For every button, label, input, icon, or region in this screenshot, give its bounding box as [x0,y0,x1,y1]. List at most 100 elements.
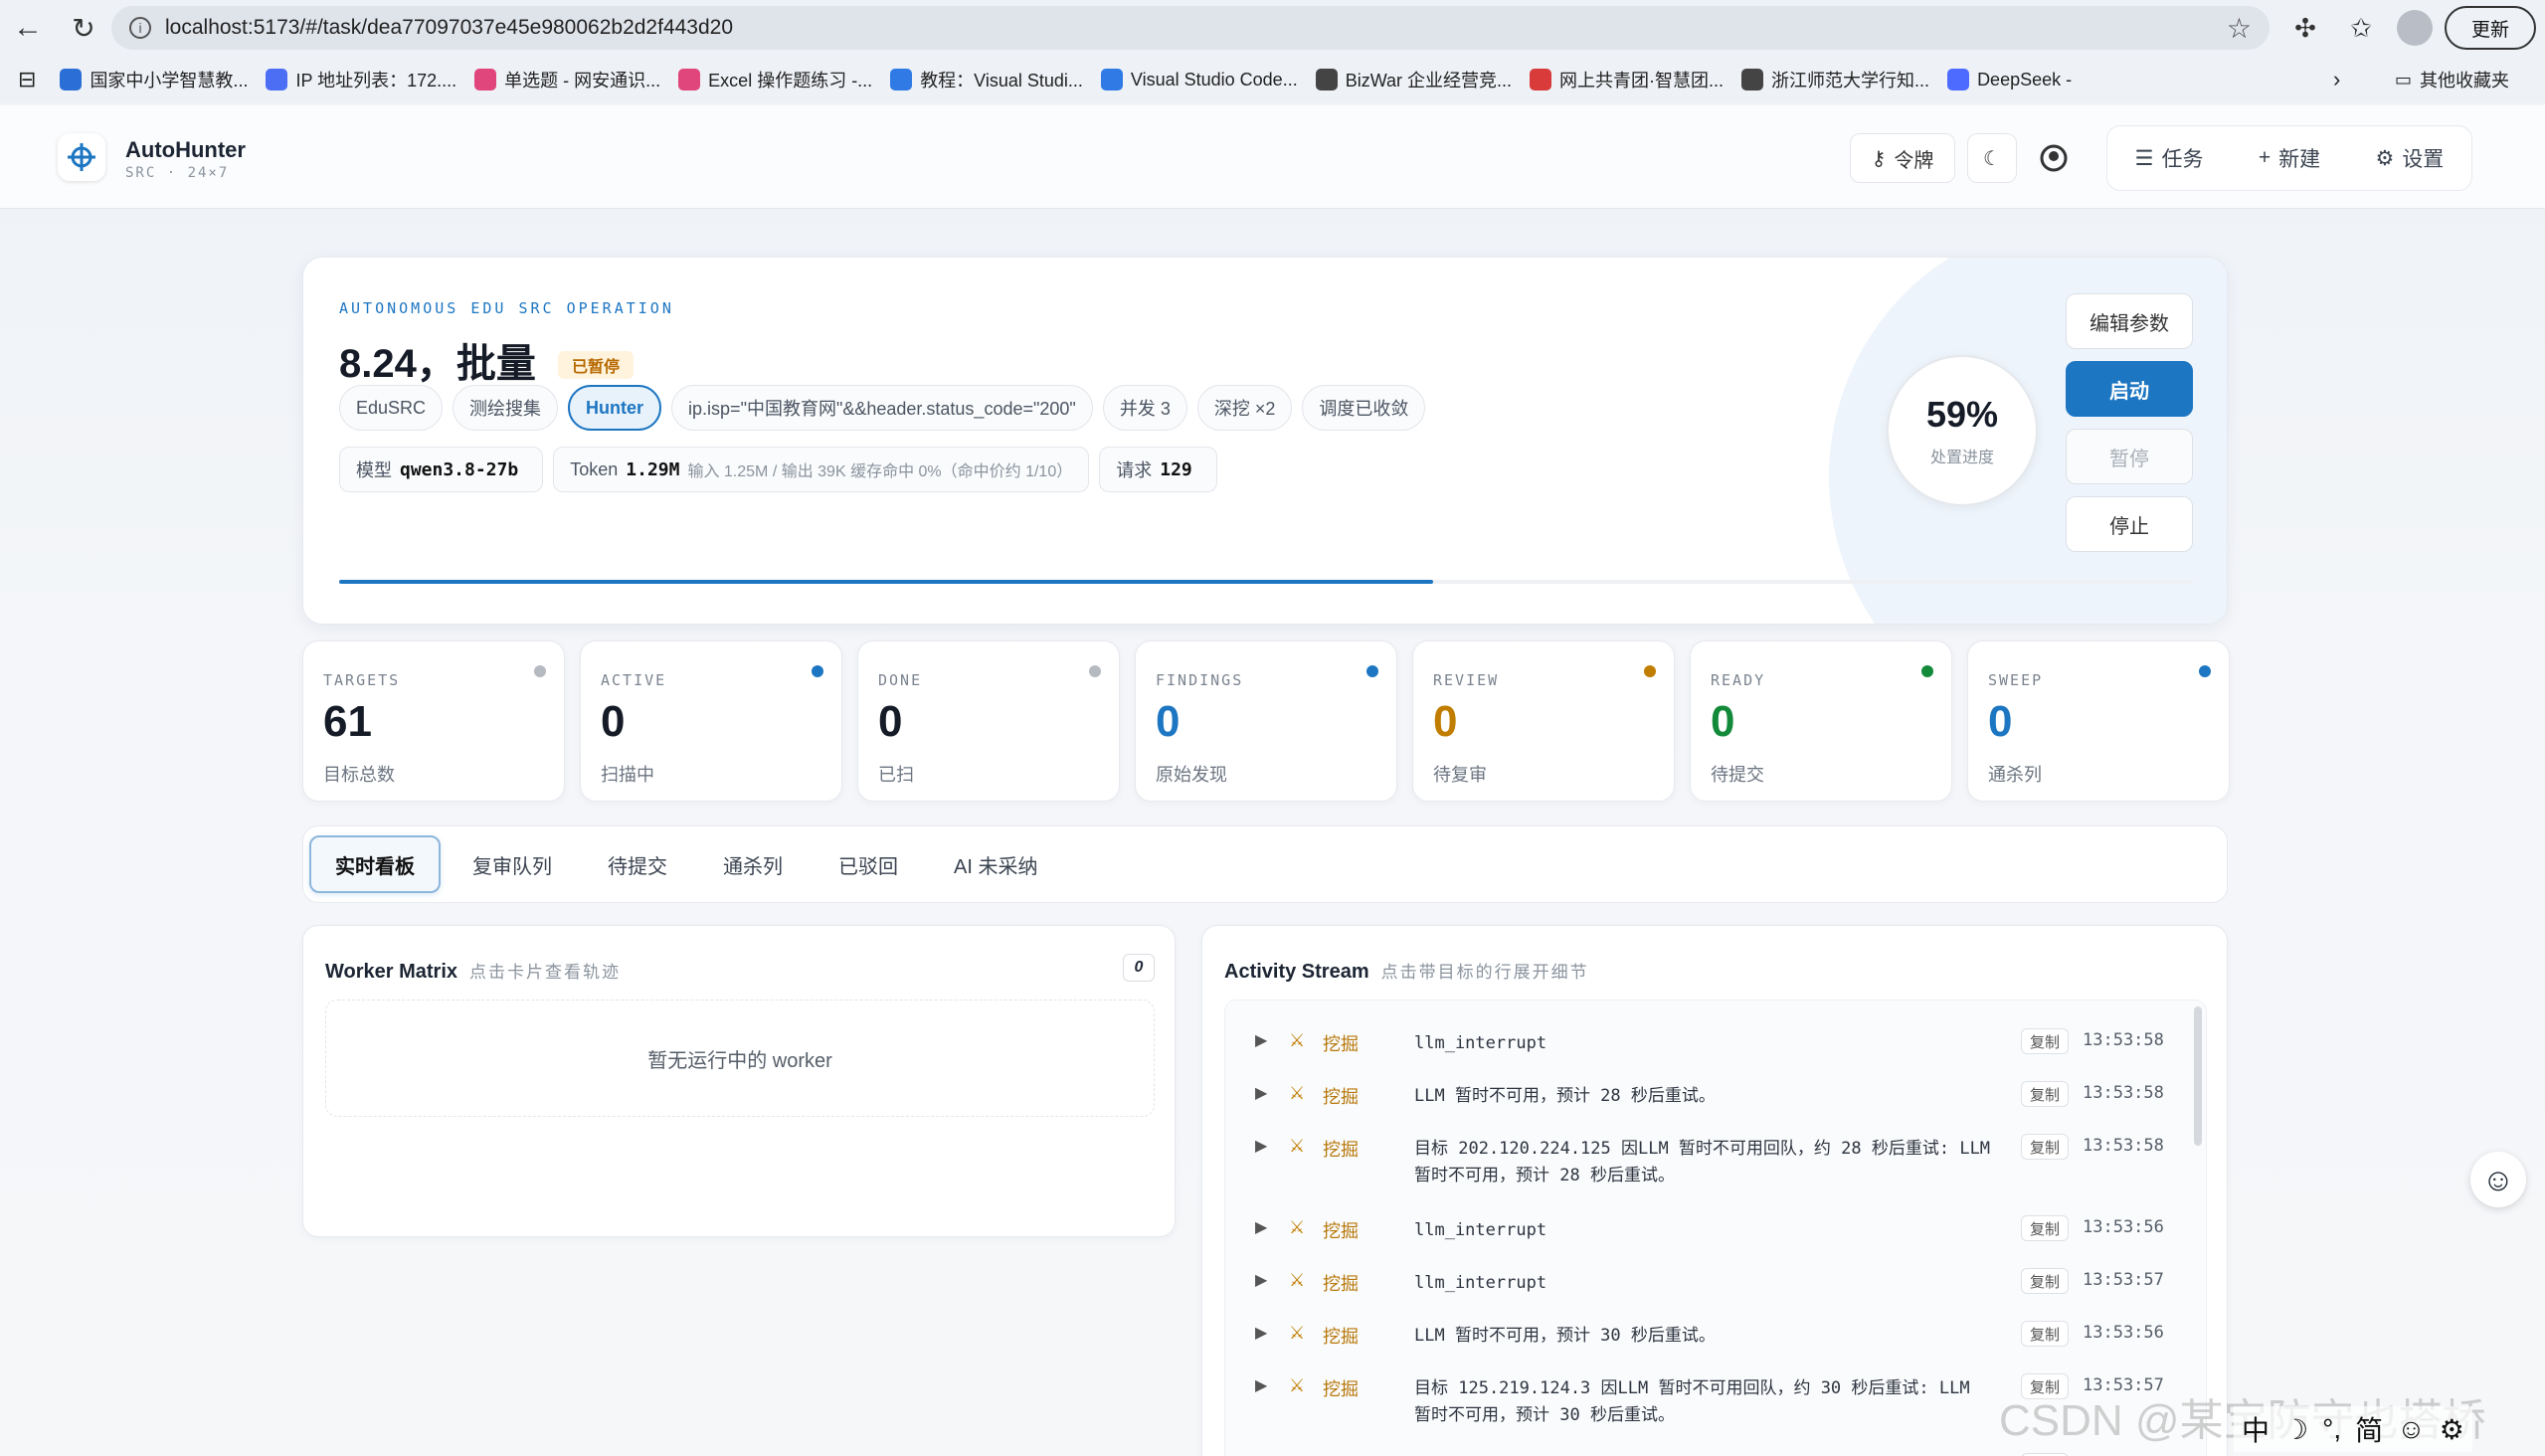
stat-card-active[interactable]: ACTIVE 0 扫描中 [580,640,842,802]
stat-card-done[interactable]: DONE 0 已扫 [857,640,1120,802]
stat-label: FINDINGS [1156,671,1244,689]
bookmarks-bar: ⊟ 国家中小学智慧教... IP 地址列表：172.... 单选题 - 网安通识..… [0,56,2545,103]
stat-label: READY [1711,671,1766,689]
favorites-icon[interactable]: ✩ [2343,10,2379,46]
model-chip: 模型 qwen3.8-27b [339,447,544,492]
bookmark-item[interactable]: 网上共青团·智慧团... [1520,56,1724,103]
sword-icon: ⚔ [1289,1270,1306,1290]
site-info-icon[interactable]: i [129,17,151,39]
stop-button[interactable]: 停止 [2066,496,2193,552]
pause-button[interactable]: 暂停 [2066,429,2193,484]
activity-tag: 挖掘 [1323,1379,1359,1399]
task-title: 8.24，批量 [339,342,536,386]
address-bar[interactable]: i localhost:5173/#/task/dea77097037e45e9… [111,6,2270,50]
chevron-right-icon[interactable]: › [2333,67,2340,92]
back-icon[interactable]: ← [0,0,56,56]
expand-caret-icon[interactable]: ▶ [1255,1270,1267,1290]
tab-item[interactable]: AI 未采纳 [930,835,1061,893]
ime-mode[interactable]: 中 [2242,1409,2270,1449]
stat-caption: 扫描中 [601,765,654,785]
expand-caret-icon[interactable]: ▶ [1255,1030,1267,1050]
bookmark-item[interactable]: BizWar 企业经营竞... [1306,56,1512,103]
bookmark-item[interactable]: Visual Studio Code... [1091,56,1298,103]
bookmark-star-icon[interactable]: ☆ [2227,12,2252,45]
edu-icon [60,69,83,91]
copy-button[interactable]: 复制 [2021,1321,2070,1347]
emoji-icon[interactable]: ☺ [2397,1413,2426,1445]
edit-params-button[interactable]: 编辑参数 [2066,293,2193,349]
update-button[interactable]: 更新 [2445,6,2536,50]
stat-card-ready[interactable]: READY 0 待提交 [1690,640,1952,802]
tab-item[interactable]: 实时看板 [309,835,441,893]
activity-message: LLM 暂时不可用，预计 28 秒后重试。 [1414,1086,1716,1106]
list-icon: ☰ [2134,146,2154,170]
stat-value: 0 [1433,697,1458,746]
expand-caret-icon[interactable]: ▶ [1255,1375,1267,1395]
activity-message: llm_interrupt [1414,1273,1547,1293]
assistant-avatar-icon[interactable]: ☺ [2470,1152,2526,1207]
tab-search-icon[interactable]: ⊟ [18,67,36,92]
task-chip: 测绘搜集 [453,385,559,431]
bookmark-item[interactable]: 浙江师范大学行知... [1731,56,1929,103]
expand-caret-icon[interactable]: ▶ [1255,1323,1267,1343]
worker-matrix-title: Worker Matrix 点击卡片查看轨迹 [325,961,622,983]
activity-time: 13:53:58 [2083,1083,2164,1103]
copy-button[interactable]: 复制 [2021,1028,2070,1054]
stat-caption: 已扫 [878,765,914,785]
bookmark-item[interactable]: IP 地址列表：172.... [256,56,456,103]
logo-icon[interactable] [58,133,105,181]
token-chip: Token 1.29M 输入 1.25M / 输出 39K 缓存命中 0%（命中… [553,447,1090,492]
stat-card-review[interactable]: REVIEW 0 待复审 [1412,640,1675,802]
globe-icon [1741,69,1764,91]
worker-matrix-panel: Worker Matrix 点击卡片查看轨迹 0 暂无运行中的 worker [302,925,1176,1237]
github-icon[interactable] [2029,133,2079,183]
stat-card-targets[interactable]: TARGETS 61 目标总数 [302,640,565,802]
nav-tasks[interactable]: ☰ 任务 [2135,143,2204,173]
reload-icon[interactable]: ↻ [56,0,111,56]
bookmark-item[interactable]: DeepSeek - [1937,56,2072,103]
other-bookmarks[interactable]: ▭ 其他收藏夹 [2395,67,2509,92]
tab-item[interactable]: 已驳回 [815,835,922,893]
punctuation-icon[interactable]: °, [2322,1413,2341,1445]
start-button[interactable]: 启动 [2066,361,2193,417]
theme-toggle[interactable]: ☾ [1967,133,2017,183]
token-button[interactable]: ⚷ 令牌 [1850,133,1955,183]
progress-fill [339,580,1433,584]
profile-avatar[interactable] [2397,10,2433,46]
expand-caret-icon[interactable]: ▶ [1255,1217,1267,1237]
tab-item[interactable]: 待提交 [584,835,691,893]
stat-card-findings[interactable]: FINDINGS 0 原始发现 [1135,640,1397,802]
task-chip: ip.isp="中国教育网"&&header.status_code="200" [671,385,1093,431]
tab-item[interactable]: 复审队列 [449,835,576,893]
deepseek-icon [1947,69,1970,91]
url-text: localhost:5173/#/task/dea77097037e45e980… [165,16,734,39]
copy-button[interactable]: 复制 [2021,1081,2070,1107]
task-chips: EduSRC 测绘搜集 Hunter ip.isp="中国教育网"&&header.s… [339,385,1426,431]
gear-icon[interactable]: ⚙ [2440,1413,2464,1446]
stat-label: SWEEP [1988,671,2044,689]
status-dot [534,665,546,677]
activity-time: 13:53:56 [2083,1323,2164,1343]
extensions-icon[interactable]: ✣ [2287,10,2323,46]
nav-settings[interactable]: ⚙ 设置 [2375,143,2444,173]
sword-icon: ⚔ [1289,1217,1306,1237]
nav-new[interactable]: + 新建 [2259,143,2320,173]
ime-charset[interactable]: 简 [2355,1409,2383,1449]
activity-tag: 挖掘 [1323,1274,1359,1294]
progress-track [339,580,2193,584]
activity-message: 目标 202.120.224.125 因LLM 暂时不可用回队，约 28 秒后重… [1414,1139,1991,1185]
stat-label: REVIEW [1433,671,1500,689]
copy-button[interactable]: 复制 [2021,1134,2070,1160]
bookmark-item[interactable]: 教程：Visual Studi... [880,56,1083,103]
copy-button[interactable]: 复制 [2021,1268,2070,1294]
activity-scrollbar[interactable] [2194,1006,2202,1146]
copy-button[interactable]: 复制 [2021,1215,2070,1241]
bookmark-item[interactable]: 国家中小学智慧教... [50,56,248,103]
stat-card-sweep[interactable]: SWEEP 0 通杀列 [1967,640,2230,802]
expand-caret-icon[interactable]: ▶ [1255,1083,1267,1103]
moon-icon[interactable]: ☽ [2283,1413,2308,1446]
tab-item[interactable]: 通杀列 [699,835,807,893]
expand-caret-icon[interactable]: ▶ [1255,1136,1267,1156]
bookmark-item[interactable]: Excel 操作题练习 -... [668,56,872,103]
bookmark-item[interactable]: 单选题 - 网安通识... [464,56,660,103]
